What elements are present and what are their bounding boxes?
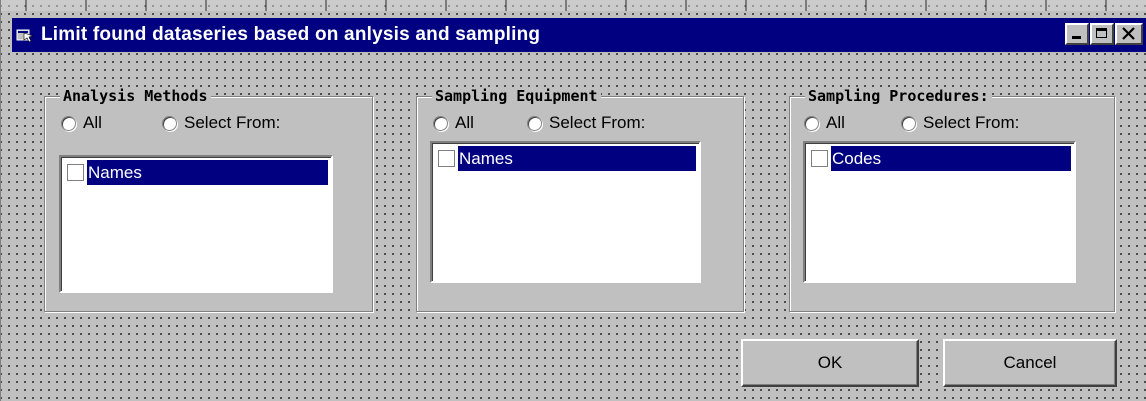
radio-label: Select From: [549,113,646,132]
sampling-procedures-listbox[interactable]: Codes [803,141,1076,283]
ok-button[interactable]: OK [741,339,919,387]
group-title: Sampling Procedures: [805,87,992,105]
equipment-select-from-radio[interactable]: Select From: [527,113,645,133]
procedures-select-from-radio[interactable]: Select From: [901,113,1019,133]
procedures-all-radio[interactable]: All [804,113,845,133]
radio-circle-icon [804,115,819,131]
list-item-label: Names [87,160,328,185]
dialog-window: Limit found dataseries based on anlysis … [0,0,1146,401]
radio-circle-icon [433,115,448,131]
radio-label: All [455,113,474,132]
list-item[interactable]: Codes [808,146,1071,171]
equipment-all-radio[interactable]: All [433,113,474,133]
list-item-label: Codes [831,146,1071,171]
checkbox[interactable] [811,150,828,167]
list-item[interactable]: Names [64,160,328,185]
radio-circle-icon [162,115,177,131]
window-title: Limit found dataseries based on anlysis … [41,24,541,45]
sampling-equipment-listbox[interactable]: Names [430,141,701,283]
radio-label: Select From: [184,113,281,132]
minimize-icon[interactable] [1065,23,1089,45]
analysis-select-from-radio[interactable]: Select From: [162,113,280,133]
sampling-equipment-group: Sampling Equipment All Select From: Name… [416,87,744,312]
cancel-button[interactable]: Cancel [943,339,1117,387]
radio-circle-icon [901,115,916,131]
checkbox[interactable] [438,150,455,167]
close-icon[interactable] [1115,23,1143,45]
app-window-icon [15,26,35,44]
group-title: Analysis Methods [60,87,211,105]
group-title: Sampling Equipment [432,87,601,105]
title-bar[interactable]: Limit found dataseries based on anlysis … [12,18,1146,52]
analysis-methods-listbox[interactable]: Names [59,155,333,293]
analysis-all-radio[interactable]: All [61,113,102,133]
list-item-label: Names [458,146,696,171]
radio-label: All [83,113,102,132]
radio-circle-icon [527,115,542,131]
radio-label: All [826,113,845,132]
maximize-icon[interactable] [1090,23,1114,45]
sampling-procedures-group: Sampling Procedures: All Select From: Co… [789,87,1115,312]
list-item[interactable]: Names [435,146,696,171]
analysis-methods-group: Analysis Methods All Select From: Names [44,87,373,312]
background-toolbar-strip [1,0,1146,11]
radio-label: Select From: [923,113,1020,132]
radio-circle-icon [61,115,76,131]
checkbox[interactable] [67,164,84,181]
